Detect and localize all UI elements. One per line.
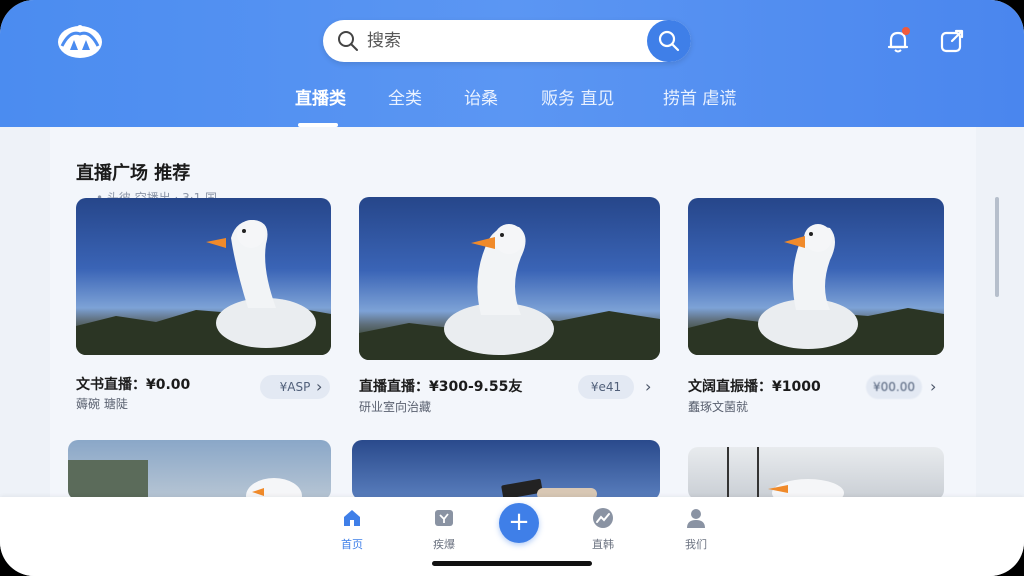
header: 搜索 直播类 全类 诒桑 贩务 直见 捞首 虐谎 [0,0,1024,127]
home-icon [344,510,360,526]
nav-profile-label: 我们 [685,538,707,551]
chevron-right-icon[interactable]: › [645,377,651,396]
search-bar[interactable]: 搜索 [323,20,691,62]
nav-discover[interactable]: 疾爆 [414,507,474,552]
card-thumbnail[interactable] [688,447,944,500]
card-thumbnail[interactable] [359,197,660,360]
nav-home-label: 首页 [341,538,363,551]
card-title[interactable]: 文书直播：¥0.00 [76,374,190,394]
search-icon [338,31,358,51]
card-thumbnail[interactable] [68,440,331,500]
plus-icon: + [508,507,530,537]
section-title: 直播广场 推荐 [76,163,191,184]
nav-discover-label: 疾爆 [433,538,455,551]
chevron-right-icon[interactable]: › [930,377,936,396]
card-subtitle: 研业室向治藏 [359,400,432,414]
tab-category-5[interactable]: 捞首 虐谎 [663,88,736,110]
nav-trend[interactable]: 直韩 [573,507,633,552]
search-icon [658,30,680,52]
card-subtitle: 薅碗 瑭陡 [76,397,128,411]
scrollbar[interactable] [995,197,999,297]
card-title[interactable]: 直播直播：¥300-9.55友 [359,376,522,396]
card-subtitle: 蠢琢文菌就 [688,400,749,414]
category-tabs: 直播类 全类 诒桑 贩务 直见 捞首 虐谎 [0,88,1024,112]
tab-all[interactable]: 全类 [388,88,422,110]
tab-live[interactable]: 直播类 [295,88,346,110]
search-input[interactable]: 搜索 [367,30,401,52]
tab-category-4[interactable]: 贩务 直见 [541,88,614,110]
share-icon[interactable] [938,27,966,55]
card-price-tag[interactable]: ¥00.00 [866,375,922,399]
nav-profile[interactable]: 我们 [666,507,726,552]
app-screen: 搜索 直播类 全类 诒桑 贩务 直见 捞首 虐谎 直播广场 推荐 文书直播：¥0… [0,0,1024,576]
notification-badge [902,27,910,35]
nav-trend-label: 直韩 [592,538,614,551]
card-title[interactable]: 文阔直振播：¥1000 [688,376,821,396]
discover-icon [435,510,453,526]
tab-category-3[interactable]: 诒桑 [464,88,498,110]
nav-home[interactable]: 首页 [322,507,382,552]
card-thumbnail[interactable] [688,198,944,355]
chevron-right-icon[interactable]: › [316,377,322,396]
create-button[interactable]: + [499,503,539,543]
profile-icon [687,509,705,528]
card-price-tag[interactable]: ¥e41 [578,375,634,399]
search-button[interactable] [647,20,691,62]
logo-icon[interactable] [56,20,104,60]
bell-icon[interactable] [884,27,912,55]
card-thumbnail[interactable] [352,440,660,500]
trend-icon [593,508,613,528]
card-thumbnail[interactable] [76,198,331,355]
home-indicator[interactable] [432,561,592,566]
